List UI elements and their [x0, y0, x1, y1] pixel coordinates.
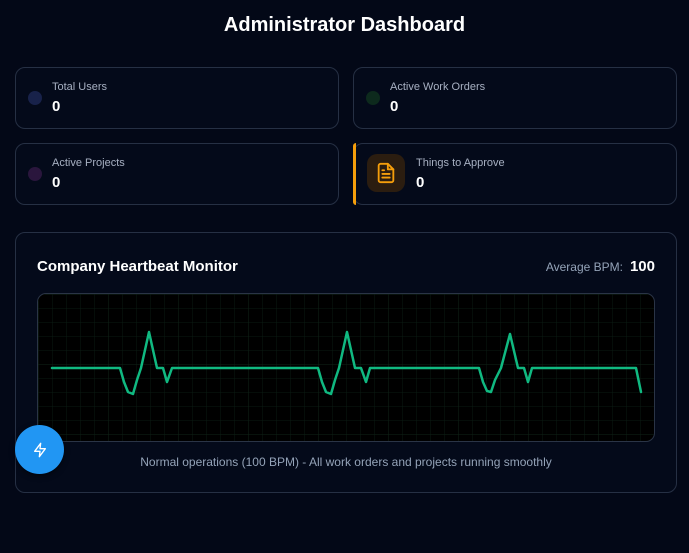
status-message: Normal operations (100 BPM) - All work o… — [140, 455, 552, 469]
stat-label: Total Users — [52, 81, 108, 93]
bpm-label: Average BPM: — [545, 260, 623, 274]
status-dot — [28, 167, 42, 181]
status-dot — [28, 91, 42, 105]
stat-card-active-work-orders[interactable]: Active Work Orders 0 — [353, 67, 677, 129]
stat-value: 0 — [390, 98, 399, 115]
approve-icon-box — [367, 154, 405, 192]
accent-bar — [353, 143, 356, 205]
stat-label: Active Projects — [52, 157, 125, 169]
stat-card-things-to-approve[interactable]: Things to Approve 0 — [353, 143, 677, 205]
heartbeat-monitor-card: Company Heartbeat Monitor Average BPM: 1… — [15, 232, 677, 493]
stat-value: 0 — [52, 98, 61, 115]
stat-value: 0 — [416, 174, 425, 191]
document-icon — [377, 162, 395, 184]
stat-value: 0 — [52, 174, 61, 191]
dashboard-page: Administrator Dashboard Total Users 0 Ac… — [0, 0, 689, 553]
quick-action-button[interactable] — [15, 425, 64, 474]
stat-label: Things to Approve — [416, 157, 505, 169]
page-title: Administrator Dashboard — [223, 14, 466, 36]
stat-card-active-projects[interactable]: Active Projects 0 — [15, 143, 339, 205]
heartbeat-screen — [37, 293, 655, 442]
bolt-icon — [33, 442, 46, 457]
stat-label: Active Work Orders — [390, 81, 486, 93]
bpm-value: 100 — [629, 258, 655, 275]
heartbeat-graph — [38, 294, 654, 441]
monitor-title: Company Heartbeat Monitor — [37, 258, 238, 275]
stat-card-total-users[interactable]: Total Users 0 — [15, 67, 339, 129]
status-dot — [366, 91, 380, 105]
